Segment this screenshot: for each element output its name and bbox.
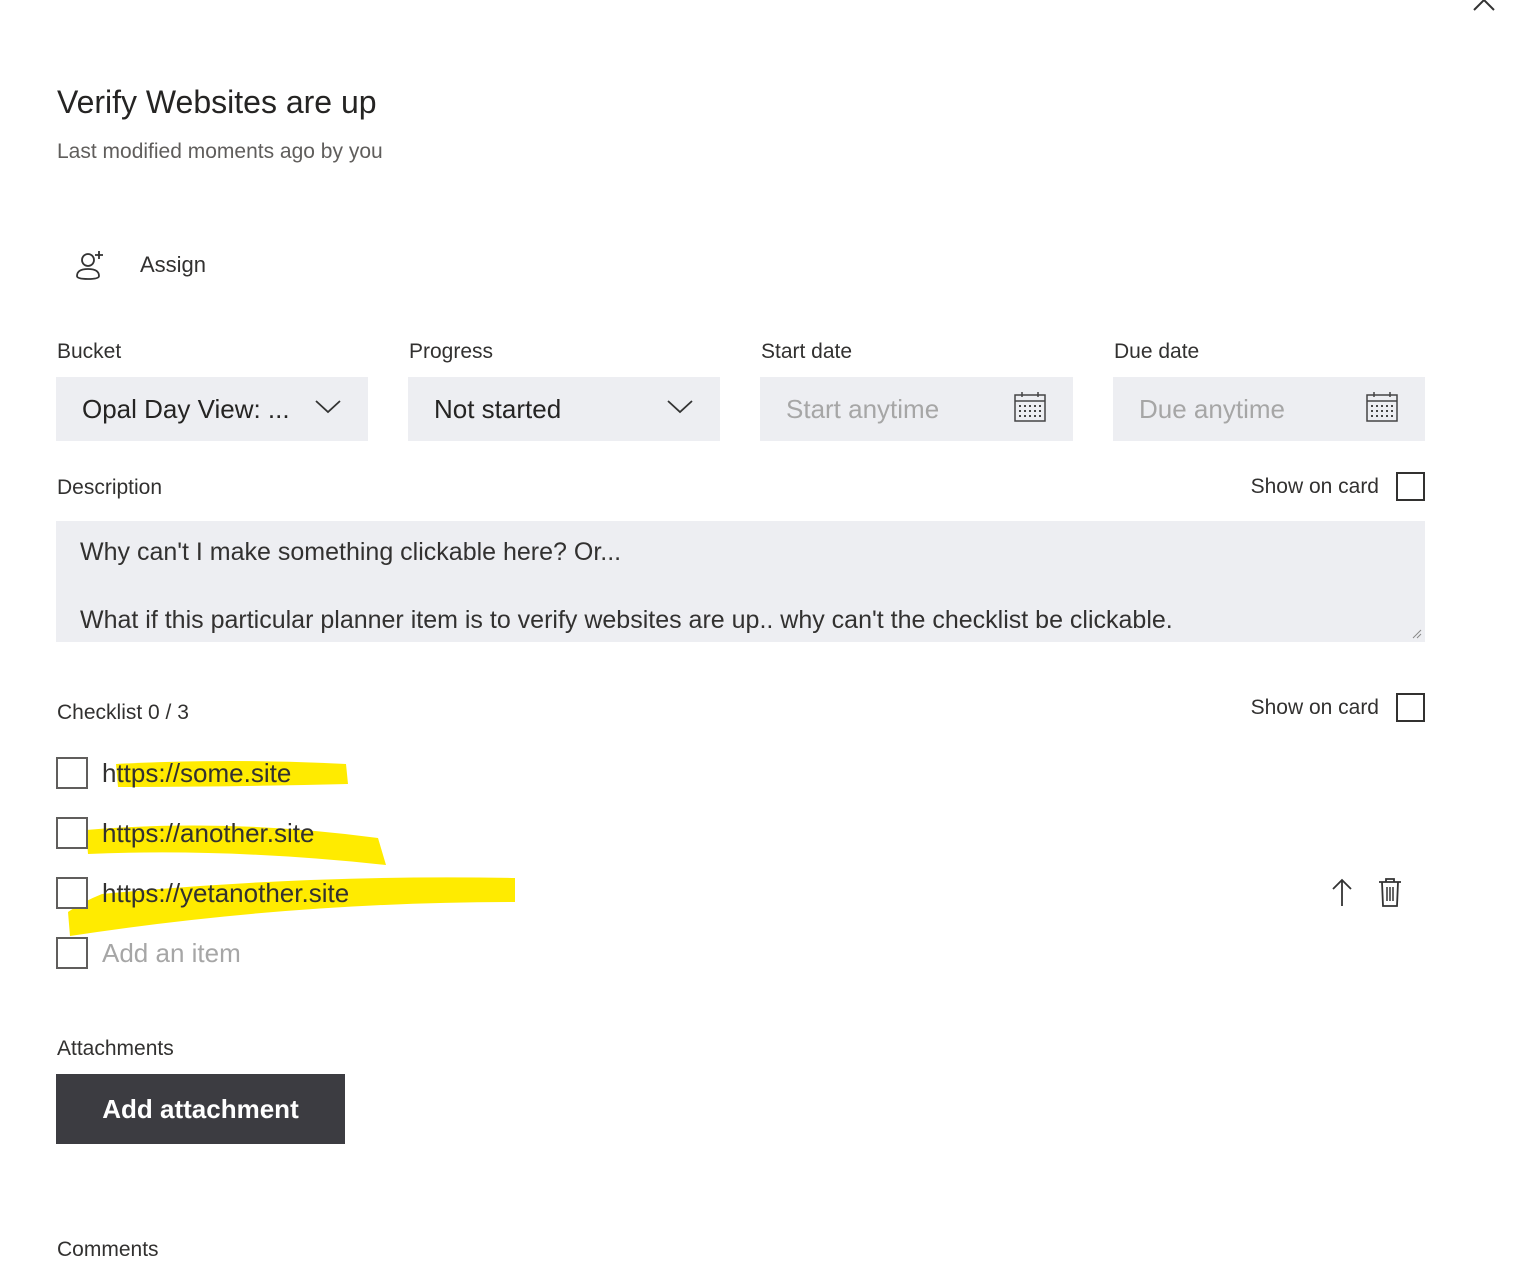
close-icon[interactable] [1470,0,1498,14]
assign-button[interactable]: Assign [70,244,206,286]
due-date-placeholder: Due anytime [1139,393,1285,424]
checklist-item-checkbox[interactable] [56,817,88,849]
description-show-on-card-checkbox[interactable] [1396,472,1425,501]
add-item-input[interactable]: Add an item [102,938,241,969]
show-on-card-label: Show on card [1250,474,1379,498]
task-title[interactable]: Verify Websites are up [57,84,377,121]
progress-dropdown[interactable]: Not started [408,377,720,441]
description-textarea[interactable]: Why can't I make something clickable her… [56,521,1425,642]
checklist-show-on-card-checkbox[interactable] [1396,693,1425,722]
start-date-placeholder: Start anytime [786,393,940,424]
show-on-card-label: Show on card [1250,695,1379,719]
assign-label: Assign [140,252,207,277]
bucket-label: Bucket [57,340,122,363]
checklist-item-text[interactable]: https://yetanother.site [102,878,349,909]
checklist-item: https://some.site [56,757,291,789]
due-date-picker[interactable]: Due anytime [1113,377,1425,441]
arrow-up-icon[interactable] [1330,876,1354,913]
calendar-icon[interactable] [1013,391,1047,428]
chevron-down-icon [314,399,342,420]
progress-value: Not started [434,393,562,424]
checklist-item-checkbox[interactable] [56,877,88,909]
description-line-2: What if this particular planner item is … [80,606,1173,634]
last-modified-text: Last modified moments ago by you [57,140,383,163]
resize-handle-icon[interactable] [1412,629,1422,639]
start-date-picker[interactable]: Start anytime [760,377,1073,441]
description-label: Description [57,476,163,499]
checklist-item: https://yetanother.site [56,877,349,909]
comments-label: Comments [57,1238,159,1261]
checklist-item-text[interactable]: https://some.site [102,758,291,789]
checklist-show-on-card: Show on card [1251,693,1425,722]
checklist-label: Checklist 0 / 3 [57,701,189,724]
due-date-label: Due date [1114,340,1200,363]
description-line-1: Why can't I make something clickable her… [80,538,622,566]
bucket-value: Opal Day View: ... [82,393,290,424]
progress-label: Progress [409,340,494,363]
add-attachment-button[interactable]: Add attachment [56,1074,345,1144]
chevron-down-icon [666,399,694,420]
calendar-icon[interactable] [1365,391,1399,428]
checklist-item-checkbox[interactable] [56,757,88,789]
add-person-icon [70,245,110,285]
add-checklist-item-row: Add an item [56,937,241,969]
bucket-dropdown[interactable]: Opal Day View: ... [56,377,368,441]
start-date-label: Start date [761,340,853,363]
checklist-item: https://another.site [56,817,314,849]
description-show-on-card: Show on card [1251,472,1425,501]
add-item-checkbox[interactable] [56,937,88,969]
trash-icon[interactable] [1377,876,1403,913]
attachments-label: Attachments [57,1037,174,1060]
checklist-item-text[interactable]: https://another.site [102,818,314,849]
